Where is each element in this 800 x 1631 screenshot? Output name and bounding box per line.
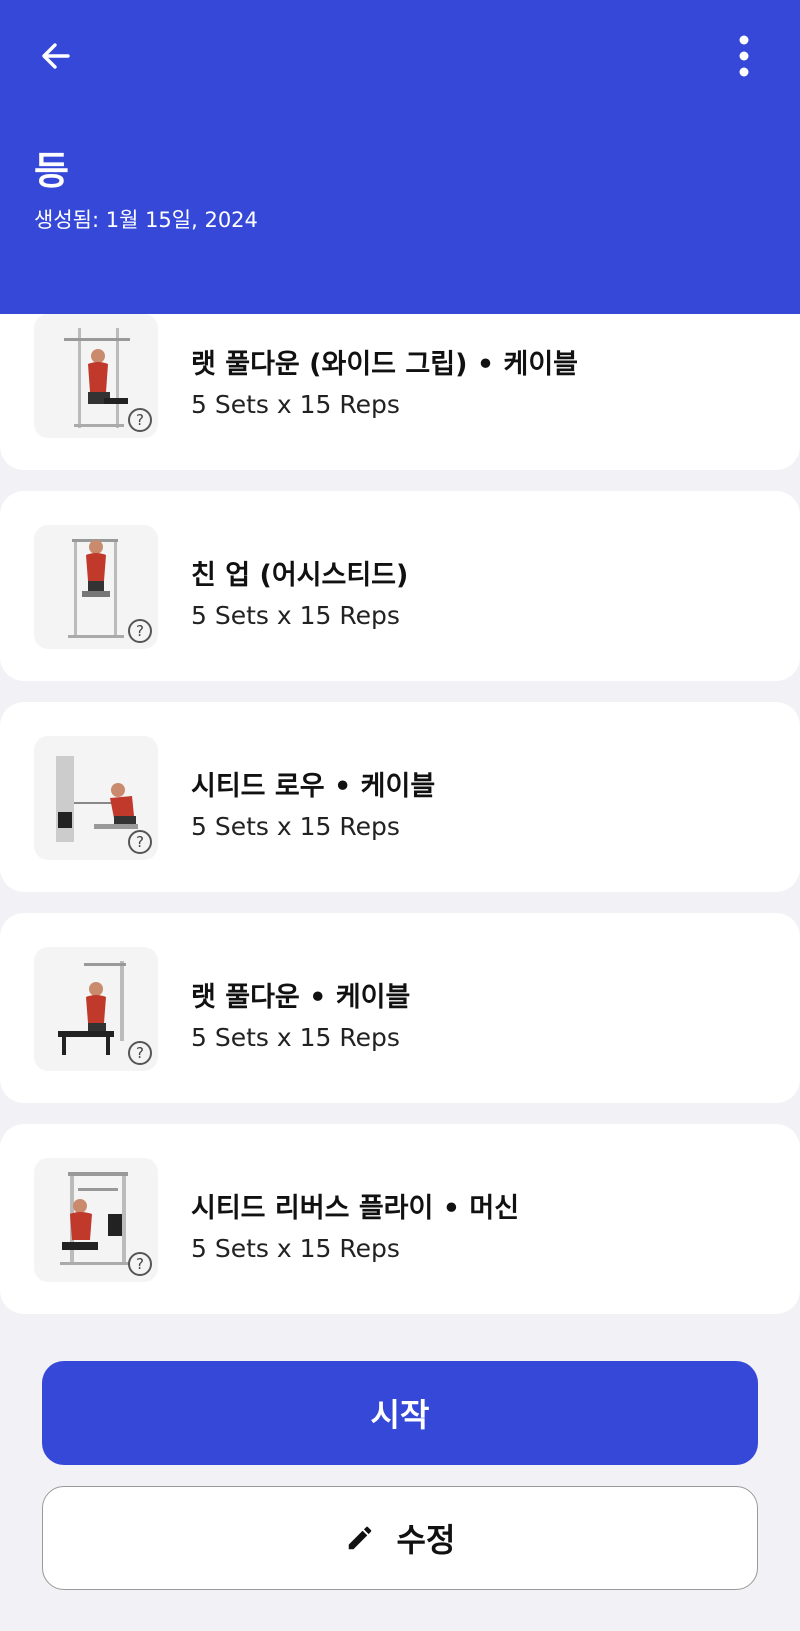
exercise-sets-reps: 5 Sets x 15 Reps	[191, 601, 400, 630]
help-icon[interactable]: ?	[128, 830, 152, 854]
help-icon[interactable]: ?	[128, 408, 152, 432]
help-icon[interactable]: ?	[128, 1252, 152, 1276]
exercise-sets-reps: 5 Sets x 15 Reps	[191, 390, 400, 419]
exercise-sets-reps: 5 Sets x 15 Reps	[191, 1234, 400, 1263]
exercise-name: 시티드 로우 • 케이블	[191, 771, 436, 802]
exercise-card[interactable]: ? 랫 풀다운 (와이드 그립) • 케이블 5 Sets x 15 Reps	[0, 314, 800, 470]
edit-button[interactable]: 수정	[42, 1486, 758, 1590]
exercise-card[interactable]: ? 시티드 로우 • 케이블 5 Sets x 15 Reps	[0, 702, 800, 892]
exercise-thumbnail[interactable]: ?	[34, 736, 158, 860]
exercise-name: 랫 풀다운 • 케이블	[191, 982, 411, 1013]
more-vertical-icon	[739, 35, 749, 77]
app-header: 등 생성됨: 1월 15일, 2024	[0, 0, 800, 314]
start-button-label: 시작	[370, 1396, 430, 1434]
exercise-thumbnail[interactable]: ?	[34, 947, 158, 1071]
page-title: 등	[34, 149, 69, 193]
exercise-sets-reps: 5 Sets x 15 Reps	[191, 812, 400, 841]
exercise-name: 랫 풀다운 (와이드 그립) • 케이블	[191, 349, 579, 380]
exercise-sets-reps: 5 Sets x 15 Reps	[191, 1023, 400, 1052]
start-button[interactable]: 시작	[42, 1361, 758, 1465]
exercise-thumbnail[interactable]: ?	[34, 1158, 158, 1282]
help-icon[interactable]: ?	[128, 619, 152, 643]
exercise-card[interactable]: ? 시티드 리버스 플라이 • 머신 5 Sets x 15 Reps	[0, 1124, 800, 1314]
more-options-button[interactable]	[718, 30, 770, 82]
back-button[interactable]	[30, 30, 82, 82]
exercise-thumbnail[interactable]: ?	[34, 525, 158, 649]
exercise-name: 친 업 (어시스티드)	[191, 560, 409, 591]
pencil-icon	[348, 1526, 371, 1550]
edit-button-label: 수정	[396, 1521, 456, 1559]
exercise-thumbnail[interactable]: ?	[34, 314, 158, 438]
exercise-card[interactable]: ? 친 업 (어시스티드) 5 Sets x 15 Reps	[0, 491, 800, 681]
arrow-left-icon	[42, 43, 70, 69]
exercise-card[interactable]: ? 랫 풀다운 • 케이블 5 Sets x 15 Reps	[0, 913, 800, 1103]
exercise-name: 시티드 리버스 플라이 • 머신	[191, 1193, 520, 1224]
help-icon[interactable]: ?	[128, 1041, 152, 1065]
created-date: 생성됨: 1월 15일, 2024	[34, 208, 258, 232]
exercise-list: ? 랫 풀다운 (와이드 그립) • 케이블 5 Sets x 15 Reps …	[0, 314, 800, 1327]
